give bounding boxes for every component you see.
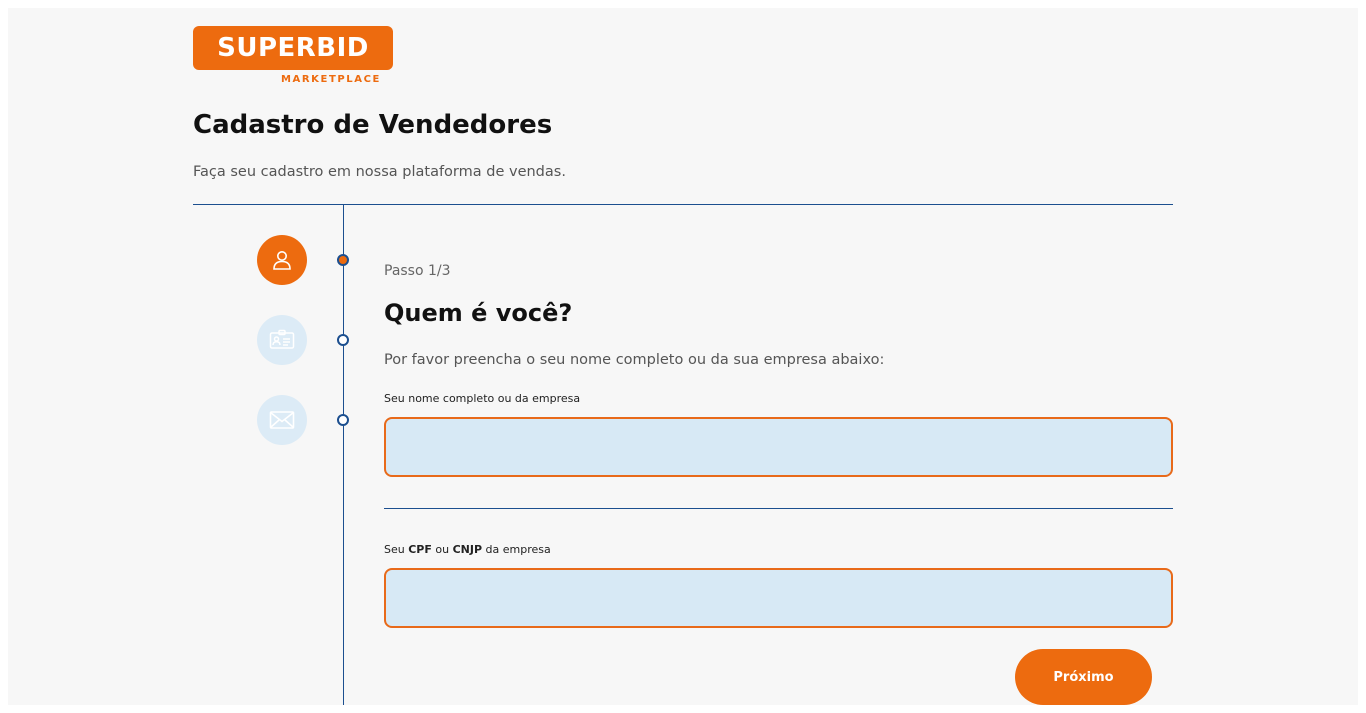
- document-label-or: ou: [431, 543, 453, 556]
- step-1-dot: [337, 254, 349, 266]
- page-frame: SUPERBID MARKETPLACE Cadastro de Vendedo…: [8, 8, 1358, 705]
- name-field-label: Seu nome completo ou da empresa: [384, 392, 581, 405]
- superbid-logo[interactable]: SUPERBID MARKETPLACE: [193, 26, 393, 88]
- page-subtitle: Faça seu cadastro em nossa plataforma de…: [193, 164, 566, 180]
- step-3-dot: [337, 414, 349, 426]
- stepper-timeline: [343, 204, 344, 705]
- step-3-email[interactable]: [257, 395, 307, 445]
- document-field-label: Seu CPF ou CNJP da empresa: [384, 543, 551, 556]
- step-description: Por favor preencha o seu nome completo o…: [384, 352, 885, 368]
- step-counter: Passo 1/3: [384, 263, 451, 279]
- document-label-cpf: CPF: [408, 543, 432, 556]
- page-title: Cadastro de Vendedores: [193, 110, 553, 140]
- document-label-suffix: da empresa: [482, 543, 551, 556]
- document-label-prefix: Seu: [384, 543, 409, 556]
- name-input[interactable]: [384, 417, 1173, 477]
- header-divider: [193, 204, 1173, 205]
- step-2-document[interactable]: [257, 315, 307, 365]
- logo-subtitle: MARKETPLACE: [280, 74, 381, 85]
- id-card-icon: [269, 329, 295, 349]
- document-label-cnjp: CNJP: [452, 543, 483, 556]
- next-button[interactable]: Próximo: [1015, 649, 1152, 705]
- step-title: Quem é você?: [384, 299, 573, 327]
- logo-wordmark: SUPERBID: [217, 33, 369, 63]
- user-icon: [273, 251, 291, 270]
- document-input[interactable]: [384, 568, 1173, 628]
- step-1-user[interactable]: [257, 235, 307, 285]
- step-2-dot: [337, 334, 349, 346]
- envelope-icon: [269, 411, 295, 429]
- form-divider: [384, 508, 1173, 509]
